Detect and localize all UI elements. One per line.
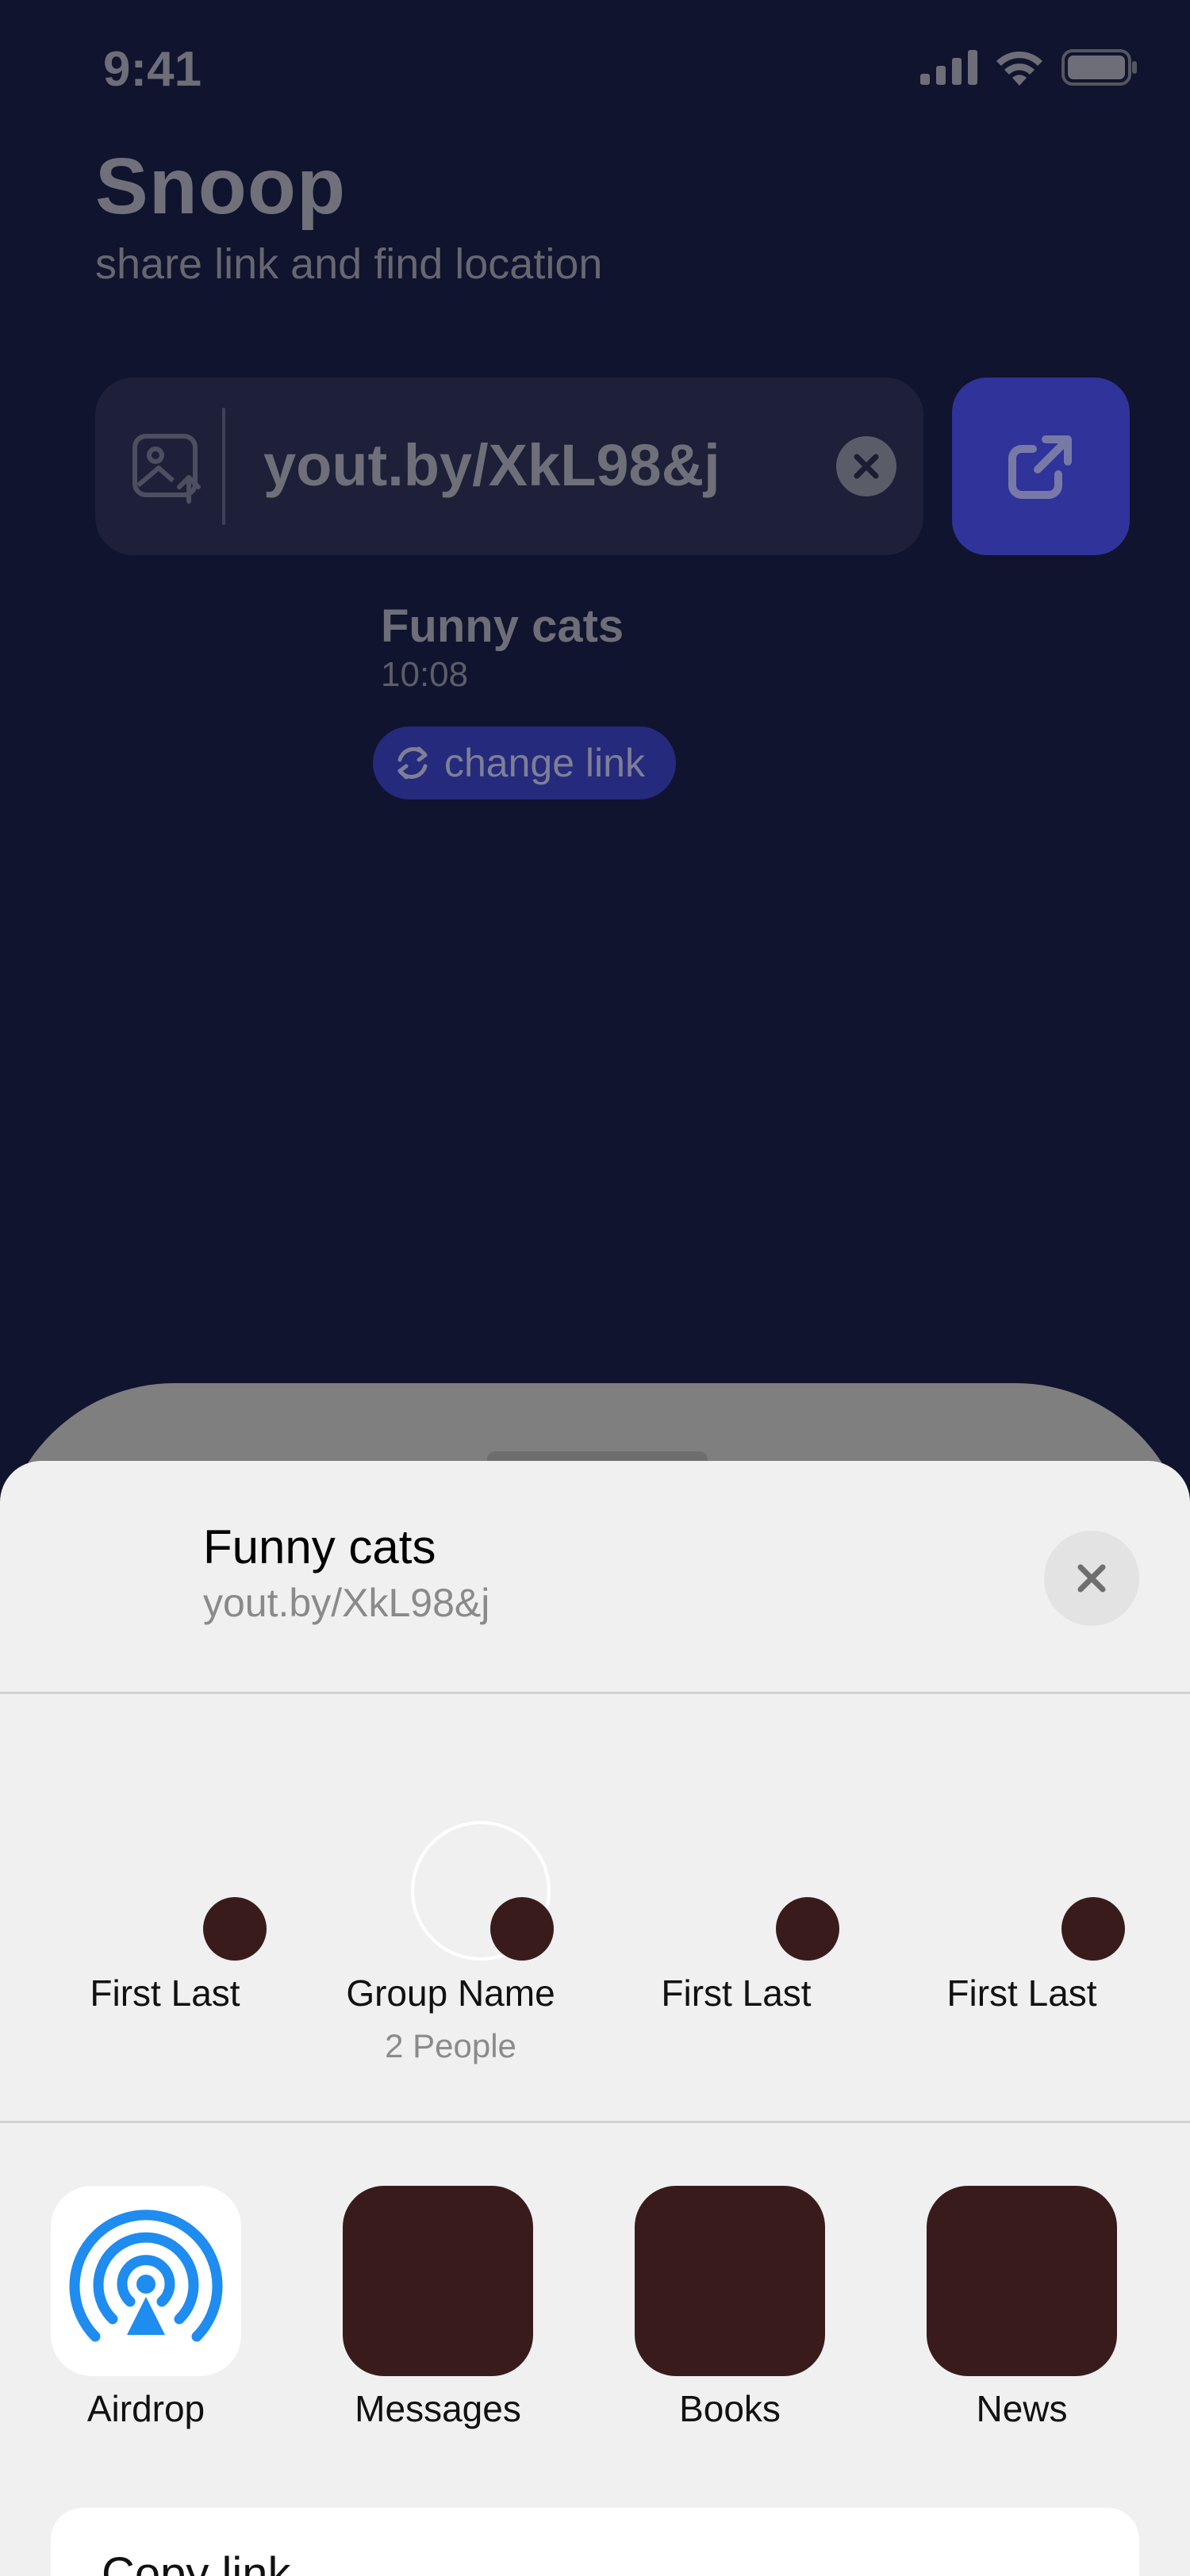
avatar[interactable] [203,1897,267,1961]
refresh-icon [397,746,428,780]
share-sheet-title: Funny cats [203,1520,436,1574]
share-sheet-header: Funny cats yout.by/XkL98&j [0,1461,1190,1694]
contact-name[interactable]: First Last [593,1972,879,2014]
cellular-signal-icon [920,50,977,85]
contact-name[interactable]: First Last [22,1972,308,2014]
status-bar: 9:41 [0,0,1190,143]
battery-icon [1061,49,1137,86]
avatar[interactable] [1061,1897,1125,1961]
link-input-field[interactable]: yout.by/XkL98&j [95,378,923,555]
app-subtitle: share link and find location [95,240,603,288]
field-divider [222,408,225,525]
video-time: 10:08 [381,655,469,694]
airdrop-icon [69,2210,223,2342]
divider [0,2121,1190,2123]
contact-name[interactable]: Group Name [308,1972,593,2014]
share-sheet-url: yout.by/XkL98&j [203,1581,490,1625]
app-title: Snoop [95,142,347,231]
status-icons [920,49,1138,86]
close-icon [854,454,879,479]
clear-input-button[interactable] [836,436,896,496]
image-upload-icon[interactable] [130,428,206,504]
contact-subtitle: 2 People [385,2027,516,2064]
copy-link-label: Copy link [102,2548,291,2576]
messages-app-button[interactable] [343,2186,533,2376]
books-label: Books [679,2388,781,2429]
change-link-label: change link [444,741,645,785]
wifi-icon [996,51,1042,86]
airdrop-label: Airdrop [86,2388,205,2429]
copy-link-button[interactable]: Copy link [51,2508,1139,2576]
video-title: Funny cats [381,600,624,652]
close-icon [1077,1564,1106,1593]
books-app-button[interactable] [635,2186,825,2376]
share-button[interactable] [952,378,1130,555]
airdrop-app-button[interactable] [51,2186,241,2376]
divider [0,1692,1190,1694]
avatar[interactable] [490,1897,554,1961]
link-input-value[interactable]: yout.by/XkL98&j [263,431,720,499]
external-share-icon [1008,435,1072,499]
messages-label: Messages [355,2388,521,2429]
contact-name[interactable]: First Last [879,1972,1165,2014]
change-link-button[interactable]: change link [373,726,676,799]
avatar[interactable] [776,1897,839,1961]
news-label: News [976,2388,1068,2429]
close-sheet-button[interactable] [1044,1531,1139,1626]
news-app-button[interactable] [927,2186,1117,2376]
status-time: 9:41 [103,42,202,97]
